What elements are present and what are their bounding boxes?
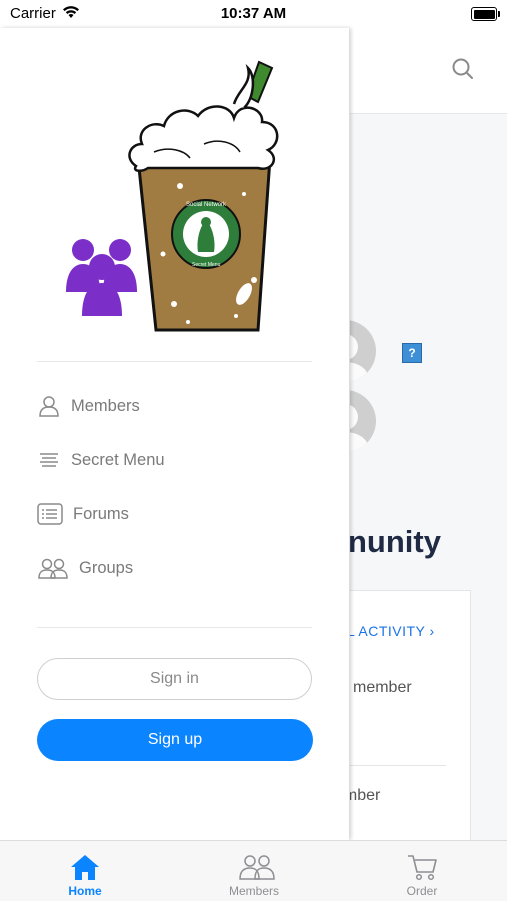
question-badge: ? [402,343,422,363]
status-time: 10:37 AM [220,5,287,22]
tab-members[interactable]: Members [194,841,314,901]
menu-item-label: Members [71,396,140,415]
menu-item-secret-menu[interactable]: Secret Menu [37,440,312,480]
activity-text: member [353,679,412,696]
tab-label: Members [228,884,279,898]
lines-icon [40,453,58,467]
status-bar: Carrier 10:37 AM [0,0,507,28]
menu-item-members[interactable]: Members [37,386,312,426]
tab-order[interactable]: Order [362,841,482,901]
page-header [350,28,507,114]
activity-text: ember [350,787,381,804]
tab-bar: Home Members Order [0,840,507,901]
home-icon [71,855,99,880]
activity-card: L ACTIVITY › member ember [350,590,471,840]
tab-label: Home [68,884,102,898]
card-divider [350,765,446,766]
list-box-icon [37,503,63,525]
side-drawer: Social Network Secret Menu Members Secre… [0,28,349,840]
view-all-activity-link[interactable]: L ACTIVITY › [350,623,435,639]
sign-up-button[interactable]: Sign up [37,719,313,761]
member-avatar[interactable] [350,320,376,382]
cart-icon [408,855,437,881]
frappuccino-logo-icon: Social Network Secret Menu [66,60,279,332]
tab-home[interactable]: Home [25,841,145,901]
sign-in-button[interactable]: Sign in [37,658,312,700]
tab-label: Order [406,884,438,898]
search-icon[interactable] [450,56,476,82]
logo-badge-text: Social Network [186,202,227,208]
community-heading: nunity [350,524,441,559]
home-page-background: ? nunity L ACTIVITY › member ember [350,28,507,840]
members-icon [239,855,275,880]
member-avatar[interactable] [350,390,376,452]
menu-item-forums[interactable]: Forums [37,494,312,534]
drawer-divider [37,361,312,362]
person-outline-icon [39,396,59,417]
drawer-divider [37,627,312,628]
menu-item-label: Groups [79,558,134,577]
logo-badge-subtext: Secret Menu [192,262,221,268]
menu-item-label: Secret Menu [71,450,165,469]
battery-icon [471,7,500,21]
menu-item-label: Forums [73,504,129,523]
menu-item-groups[interactable]: Groups [37,548,312,588]
people-outline-icon [38,558,68,579]
people-group-icon [66,239,137,316]
